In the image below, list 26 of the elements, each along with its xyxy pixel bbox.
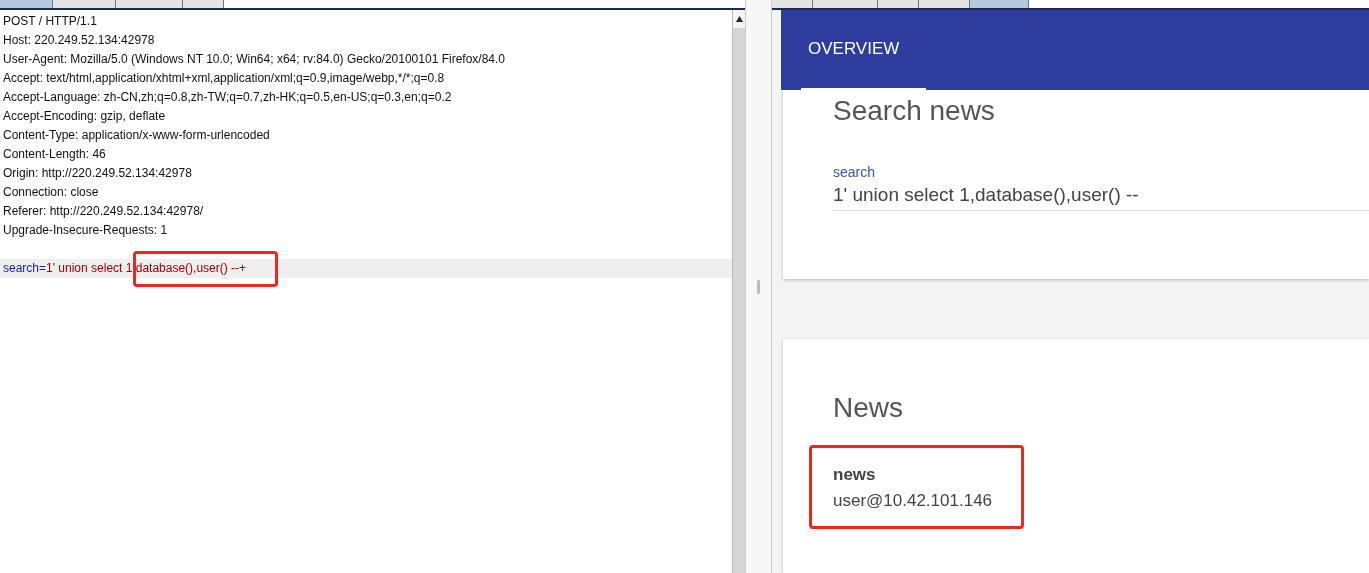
card-title: Search news	[833, 94, 996, 128]
tab[interactable]	[878, 0, 919, 8]
search-field[interactable]: 1' union select 1,database(),user() --	[833, 180, 1369, 211]
header-line: Accept-Encoding: gzip, deflate	[2, 108, 167, 125]
equals-sign: =	[39, 261, 47, 275]
field-label: search	[833, 164, 877, 180]
news-item-title: news	[833, 465, 877, 485]
tab[interactable]	[772, 0, 813, 8]
header-line: Content-Type: application/x-www-form-urlencoded	[2, 127, 271, 144]
header-line: User-Agent: Mozilla/5.0 (Windows NT 10.0; Win64; x64; rv:84.0) Gecko/20100101 Firefox/84.0	[2, 51, 506, 68]
header-line: Accept-Language: zh-CN,zh;q=0.8,zh-TW;q=0.7,zh-HK;q=0.5,en-US;q=0.3,en;q=0.2	[2, 89, 453, 106]
news-item-text: user@10.42.101.146	[833, 491, 993, 511]
tab[interactable]	[183, 0, 224, 8]
header-line: Connection: close	[2, 184, 100, 201]
header-line: Referer: http://220.249.52.134:42978/	[2, 203, 205, 220]
header-line: Accept: text/html,application/xhtml+xml,application/xml;q=0.9,image/webp,*/*;q=0.8	[2, 70, 446, 87]
scrollbar[interactable]	[732, 10, 745, 573]
header-line: Origin: http://220.249.52.134:42978	[2, 165, 193, 182]
card-title: News	[833, 391, 904, 425]
header-line: POST / HTTP/1.1	[2, 13, 98, 30]
overview-tab[interactable]: OVERVIEW	[781, 10, 1369, 88]
header-line: Content-Length: 46	[2, 146, 107, 163]
scroll-up-icon[interactable]	[735, 16, 743, 22]
header-line: Host: 220.249.52.134:42978	[2, 32, 156, 49]
param-name: search	[3, 261, 40, 275]
header-line: Upgrade-Insecure-Requests: 1	[2, 222, 169, 239]
